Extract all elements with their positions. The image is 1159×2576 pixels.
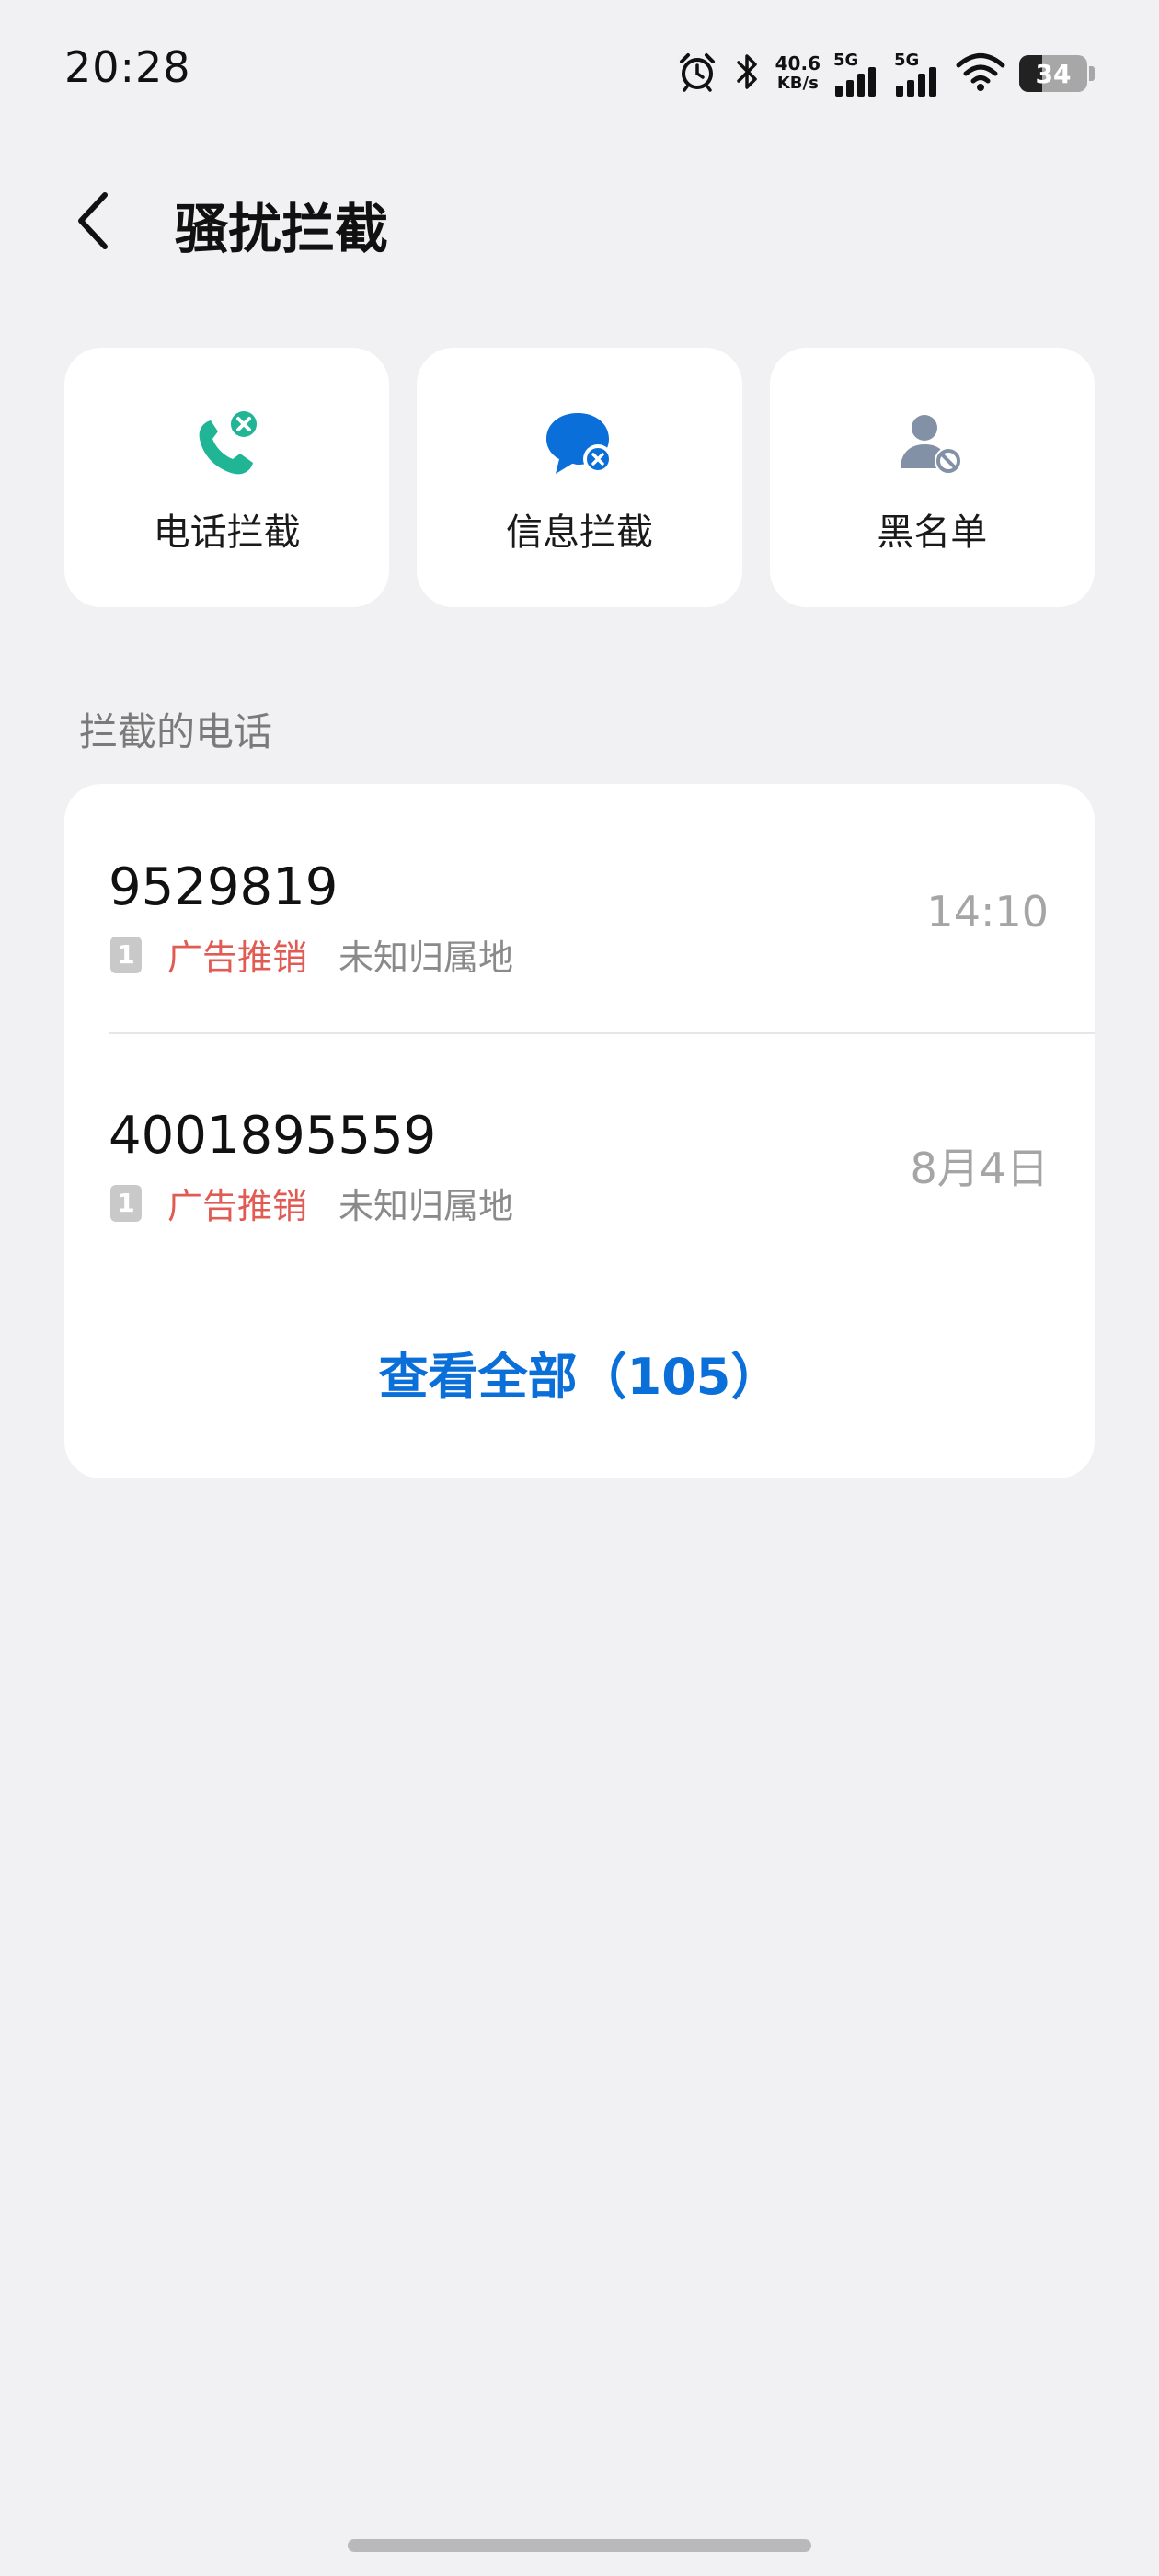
message-blocking-card[interactable]: 信息拦截: [417, 348, 742, 607]
network-speed: 40.6 KB/s: [775, 53, 820, 94]
call-time: 14:10: [926, 887, 1049, 937]
list-item[interactable]: 4001895559 1 广告推销 未知归属地 8月4日: [64, 1032, 1095, 1271]
signal-icon: [896, 67, 936, 97]
blocked-calls-section-title: 拦截的电话: [79, 709, 273, 754]
blacklist-card[interactable]: 黑名单: [769, 348, 1095, 607]
blacklist-label: 黑名单: [877, 512, 988, 554]
message-blocking-label: 信息拦截: [505, 512, 653, 554]
alarm-icon: [676, 51, 718, 97]
network-speed-value: 40.6: [775, 52, 820, 75]
call-blocking-card[interactable]: 电话拦截: [64, 348, 390, 607]
status-icons: 40.6 KB/s 5G 5G 34: [676, 46, 1095, 101]
back-button[interactable]: [57, 184, 131, 258]
phone-block-icon: [186, 403, 269, 486]
wifi-icon: [955, 52, 1006, 96]
call-number: 4001895559: [109, 1106, 437, 1166]
call-blocking-label: 电话拦截: [153, 512, 301, 554]
call-tag: 广告推销: [167, 1186, 308, 1226]
chevron-left-icon: [78, 192, 108, 249]
battery-icon: 34: [1019, 55, 1087, 92]
battery-tip: [1089, 66, 1095, 81]
sim2-signal: 5G: [894, 51, 942, 97]
sim1-signal: 5G: [833, 51, 881, 97]
status-time: 20:28: [64, 42, 191, 92]
call-meta: 1 广告推销 未知归属地: [110, 1178, 513, 1228]
view-all-button[interactable]: 查看全部（105）: [64, 1336, 1095, 1409]
call-number: 9529819: [109, 857, 339, 917]
battery-percent: 34: [1035, 58, 1072, 89]
header: 骚扰拦截: [0, 166, 1159, 276]
network-speed-unit: KB/s: [776, 74, 819, 93]
page-title: 骚扰拦截: [175, 198, 389, 260]
sim-card-icon: 1: [110, 1184, 142, 1222]
call-location: 未知归属地: [339, 1186, 514, 1226]
list-item[interactable]: 9529819 1 广告推销 未知归属地 14:10: [64, 784, 1095, 1023]
signal-icon: [835, 67, 876, 97]
blocked-calls-card: 9529819 1 广告推销 未知归属地 14:10 4001895559 1 …: [64, 784, 1095, 1478]
quick-actions: 电话拦截 信息拦截 黑名单: [64, 348, 1095, 607]
message-block-icon: [538, 403, 621, 486]
bluetooth-icon: [731, 51, 763, 97]
status-bar: 20:28 40.6 KB/s 5G 5G 34: [0, 0, 1159, 147]
sim-card-icon: 1: [110, 936, 142, 973]
home-indicator[interactable]: [348, 2539, 811, 2552]
call-time: 8月4日: [910, 1144, 1049, 1193]
blacklist-user-icon: [890, 403, 973, 486]
call-tag: 广告推销: [167, 937, 308, 978]
call-meta: 1 广告推销 未知归属地: [110, 929, 513, 980]
call-location: 未知归属地: [339, 937, 514, 978]
